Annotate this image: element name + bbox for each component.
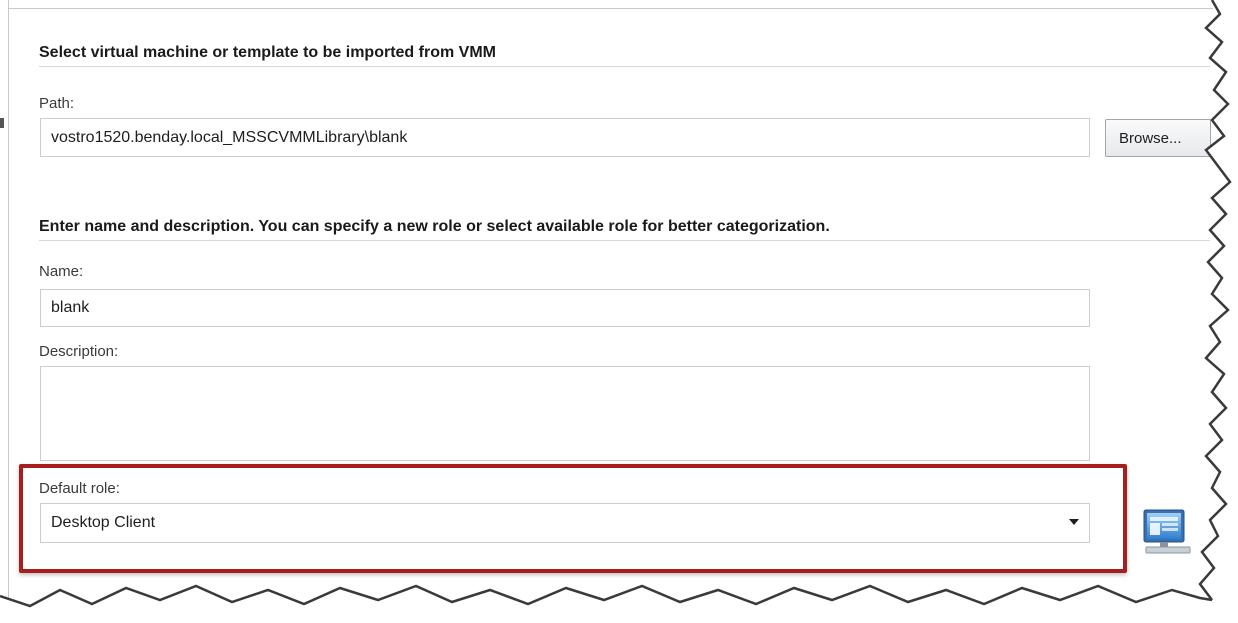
import-dialog: Select virtual machine or template to be… [0,0,1238,623]
path-field[interactable]: vostro1520.benday.local_MSSCVMMLibrary\b… [40,118,1090,157]
section-divider [39,66,1210,67]
browse-button-label: Browse... [1119,129,1182,147]
default-role-value: Desktop Client [51,514,156,531]
name-field[interactable]: blank [40,289,1090,327]
browse-button[interactable]: Browse... [1105,119,1211,157]
edge-marker [0,118,4,128]
path-label: Path: [39,95,75,112]
computer-icon [1143,509,1191,554]
path-value: vostro1520.benday.local_MSSCVMMLibrary\b… [51,128,408,146]
description-field[interactable] [40,366,1090,461]
details-section-title: Enter name and description. You can spec… [39,218,830,235]
dialog-top-border [8,8,1213,9]
default-role-label: Default role: [39,480,120,497]
section-divider [39,240,1210,241]
chevron-down-icon[interactable] [1069,519,1079,525]
default-role-select[interactable]: Desktop Client [40,503,1090,543]
name-value: blank [51,299,90,316]
import-section-title: Select virtual machine or template to be… [39,44,496,61]
description-label: Description: [39,343,119,360]
name-label: Name: [39,263,84,280]
dialog-left-border [8,0,9,600]
